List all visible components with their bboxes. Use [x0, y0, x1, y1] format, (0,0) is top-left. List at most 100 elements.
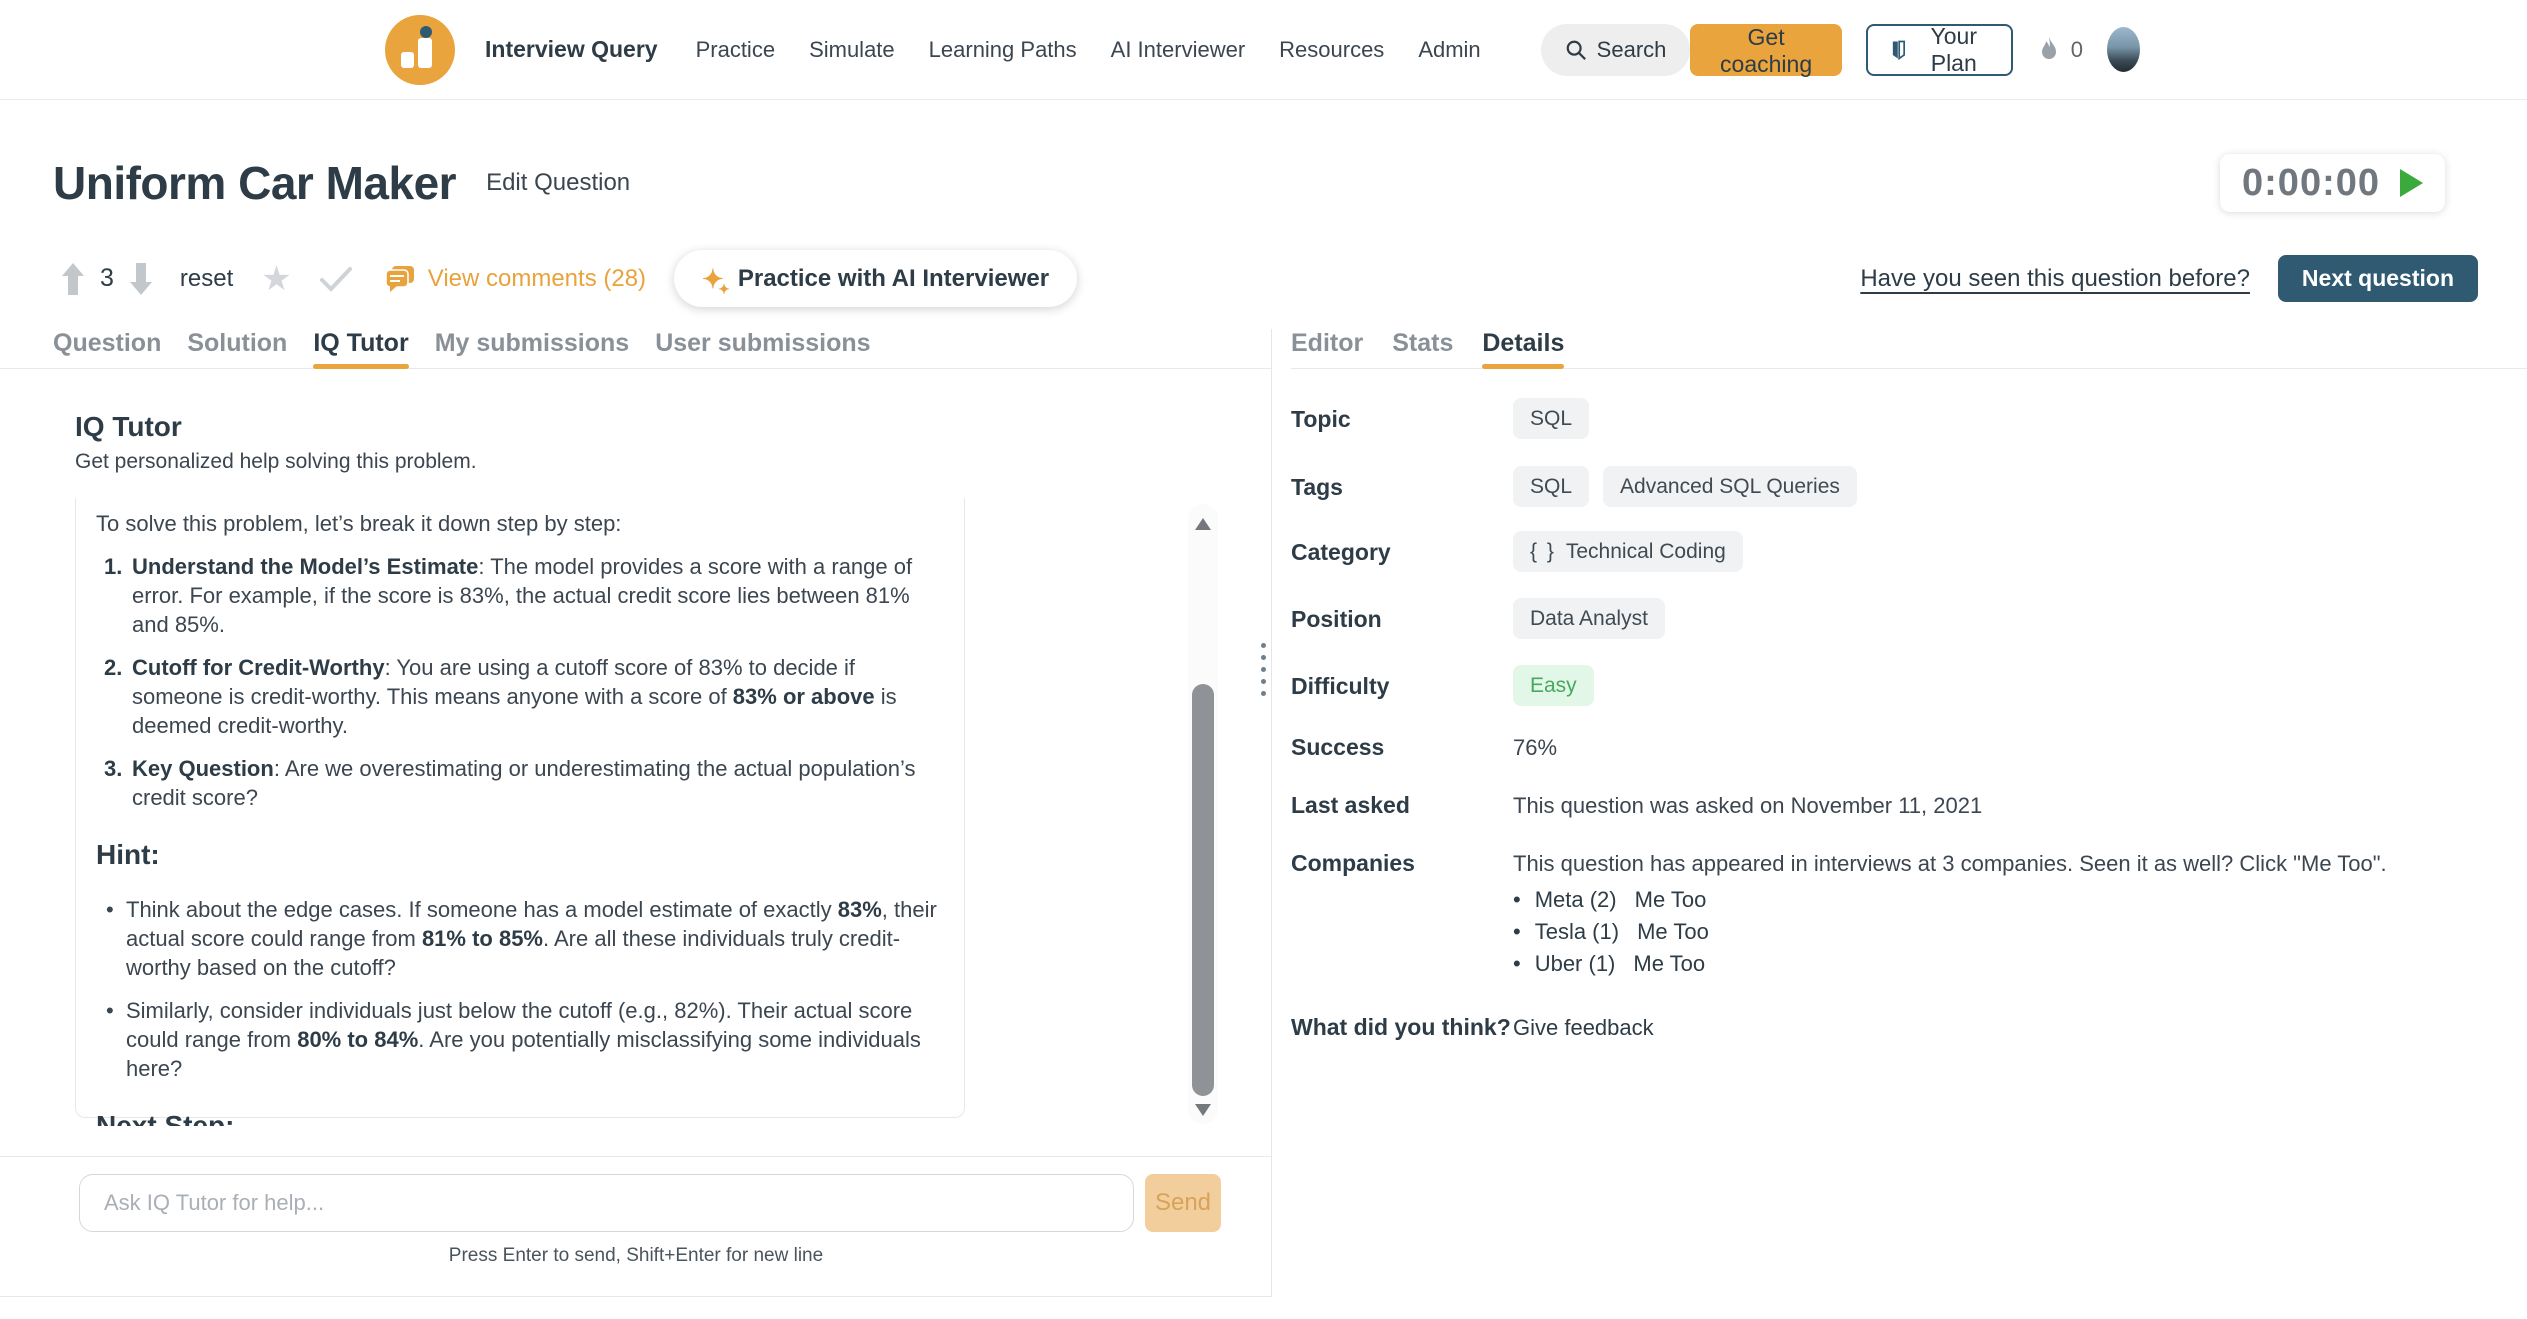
me-too-button[interactable]: Me Too: [1635, 887, 1707, 913]
detail-row-companies: Companies This question has appeared in …: [1291, 850, 2527, 980]
upvote-button[interactable]: [60, 263, 86, 295]
detail-row-position: Position Data Analyst: [1291, 598, 2527, 639]
give-feedback-link[interactable]: Give feedback: [1513, 1014, 2527, 1042]
detail-row-feedback: What did you think? Give feedback: [1291, 1014, 2527, 1042]
me-too-button[interactable]: Me Too: [1633, 951, 1705, 977]
mark-complete-button[interactable]: [318, 265, 354, 293]
up-arrow-icon: [60, 263, 86, 295]
user-avatar[interactable]: [2107, 27, 2140, 72]
tab-question[interactable]: Question: [53, 329, 161, 368]
your-plan-label: Your Plan: [1919, 23, 1989, 77]
chat-scroll-area[interactable]: To solve this problem, let’s break it do…: [75, 498, 1233, 1126]
left-tabbar: Question Solution IQ Tutor My submission…: [0, 329, 1271, 369]
search-label: Search: [1597, 37, 1667, 63]
company-name: Tesla (1): [1535, 919, 1619, 945]
hint-item: Similarly, consider individuals just bel…: [96, 996, 944, 1083]
scrollbar-thumb[interactable]: [1192, 684, 1214, 1096]
flame-icon: [2037, 35, 2061, 65]
company-row: • Tesla (1) Me Too: [1513, 916, 2527, 948]
view-comments-link[interactable]: View comments (28): [384, 264, 646, 294]
star-bookmark-icon[interactable]: ★: [261, 262, 291, 296]
details-panel: Editor Stats Details Topic SQL Tags SQL …: [1272, 329, 2527, 1297]
your-plan-button[interactable]: Your Plan: [1866, 24, 2013, 76]
search-icon: [1565, 39, 1587, 61]
seen-before-link[interactable]: Have you seen this question before?: [1860, 265, 2250, 293]
step-item: Key Question: Are we overestimating or u…: [96, 754, 944, 812]
checkmark-icon: [318, 265, 354, 293]
get-coaching-button[interactable]: Get coaching: [1690, 24, 1841, 76]
nav-link-resources[interactable]: Resources: [1279, 37, 1384, 63]
last-asked-value: This question was asked on November 11, …: [1513, 792, 2527, 820]
tab-iq-tutor[interactable]: IQ Tutor: [313, 329, 408, 368]
comments-icon: [384, 264, 416, 294]
tutor-message-card: To solve this problem, let’s break it do…: [75, 498, 965, 1118]
practice-ai-label: Practice with AI Interviewer: [738, 265, 1049, 293]
company-name: Meta (2): [1535, 887, 1617, 913]
scroll-down-arrow-icon[interactable]: [1195, 1104, 1211, 1116]
nav-link-admin[interactable]: Admin: [1418, 37, 1480, 63]
tab-user-submissions[interactable]: User submissions: [655, 329, 870, 368]
page-title: Uniform Car Maker: [53, 156, 456, 210]
company-row: • Meta (2) Me Too: [1513, 884, 2527, 916]
view-comments-label: View comments (28): [428, 265, 646, 293]
scroll-up-arrow-icon[interactable]: [1195, 518, 1211, 530]
streak-indicator[interactable]: 0: [2037, 35, 2083, 65]
sparkles-icon: ✦✦: [702, 266, 724, 292]
timer-value: 0:00:00: [2242, 162, 2380, 205]
message-steps-list: Understand the Model’s Estimate: The mod…: [96, 552, 944, 812]
downvote-button[interactable]: [128, 263, 154, 295]
chat-scrollbar[interactable]: [1188, 504, 1218, 1124]
next-question-button[interactable]: Next question: [2278, 255, 2478, 302]
tab-stats[interactable]: Stats: [1392, 329, 1453, 368]
send-button[interactable]: Send: [1145, 1174, 1221, 1232]
top-navbar: Interview Query Practice Simulate Learni…: [0, 0, 2527, 100]
code-braces-icon: { }: [1530, 540, 1556, 564]
tutor-chat-input[interactable]: [79, 1174, 1134, 1232]
tab-my-submissions[interactable]: My submissions: [435, 329, 630, 368]
me-too-button[interactable]: Me Too: [1637, 919, 1709, 945]
company-list: • Meta (2) Me Too • Tesla (1) Me Too • U…: [1513, 884, 2527, 980]
company-row: • Uber (1) Me Too: [1513, 948, 2527, 980]
topic-chip[interactable]: SQL: [1513, 398, 1589, 439]
nav-link-simulate[interactable]: Simulate: [809, 37, 895, 63]
detail-row-category: Category { } Technical Coding: [1291, 531, 2527, 572]
tag-chip[interactable]: SQL: [1513, 466, 1589, 507]
input-helper-note: Press Enter to send, Shift+Enter for new…: [0, 1245, 1272, 1267]
detail-row-success: Success 76%: [1291, 734, 2527, 762]
timer-card: 0:00:00: [2220, 154, 2445, 212]
nav-link-learning-paths[interactable]: Learning Paths: [929, 37, 1077, 63]
reset-votes-link[interactable]: reset: [180, 265, 233, 293]
panel-resize-handle[interactable]: [1261, 643, 1266, 696]
iq-tutor-heading: IQ Tutor: [75, 411, 1271, 443]
hint-heading: Hint:: [96, 840, 944, 869]
interview-query-logo-icon[interactable]: [385, 15, 455, 85]
companies-intro: This question has appeared in interviews…: [1513, 850, 2527, 878]
detail-row-tags: Tags SQL Advanced SQL Queries: [1291, 466, 2527, 507]
edit-question-link[interactable]: Edit Question: [486, 169, 630, 197]
difficulty-badge: Easy: [1513, 665, 1594, 706]
detail-row-topic: Topic SQL: [1291, 398, 2527, 439]
timer-play-button[interactable]: [2400, 169, 2423, 197]
hint-list: Think about the edge cases. If someone h…: [96, 895, 944, 1083]
tag-chip[interactable]: Advanced SQL Queries: [1603, 466, 1857, 507]
category-chip[interactable]: { } Technical Coding: [1513, 531, 1743, 572]
position-chip[interactable]: Data Analyst: [1513, 598, 1665, 639]
brand-name[interactable]: Interview Query: [485, 36, 658, 63]
tab-editor[interactable]: Editor: [1291, 329, 1363, 368]
nav-link-practice[interactable]: Practice: [696, 37, 775, 63]
tab-details[interactable]: Details: [1482, 329, 1564, 368]
message-intro: To solve this problem, let’s break it do…: [96, 509, 944, 538]
bookmark-icon: [1890, 37, 1907, 63]
step-item: Understand the Model’s Estimate: The mod…: [96, 552, 944, 639]
question-panel: Question Solution IQ Tutor My submission…: [0, 329, 1272, 1297]
success-rate-value: 76%: [1513, 734, 2527, 762]
nav-link-ai-interviewer[interactable]: AI Interviewer: [1111, 37, 1246, 63]
practice-ai-interviewer-button[interactable]: ✦✦ Practice with AI Interviewer: [674, 250, 1077, 307]
tab-solution[interactable]: Solution: [187, 329, 287, 368]
hint-item: Think about the edge cases. If someone h…: [96, 895, 944, 982]
next-step-heading: Next Step:: [96, 1111, 944, 1126]
input-divider: [0, 1156, 1272, 1157]
detail-row-difficulty: Difficulty Easy: [1291, 665, 2527, 706]
detail-row-last-asked: Last asked This question was asked on No…: [1291, 792, 2527, 820]
search-button[interactable]: Search: [1541, 24, 1691, 76]
